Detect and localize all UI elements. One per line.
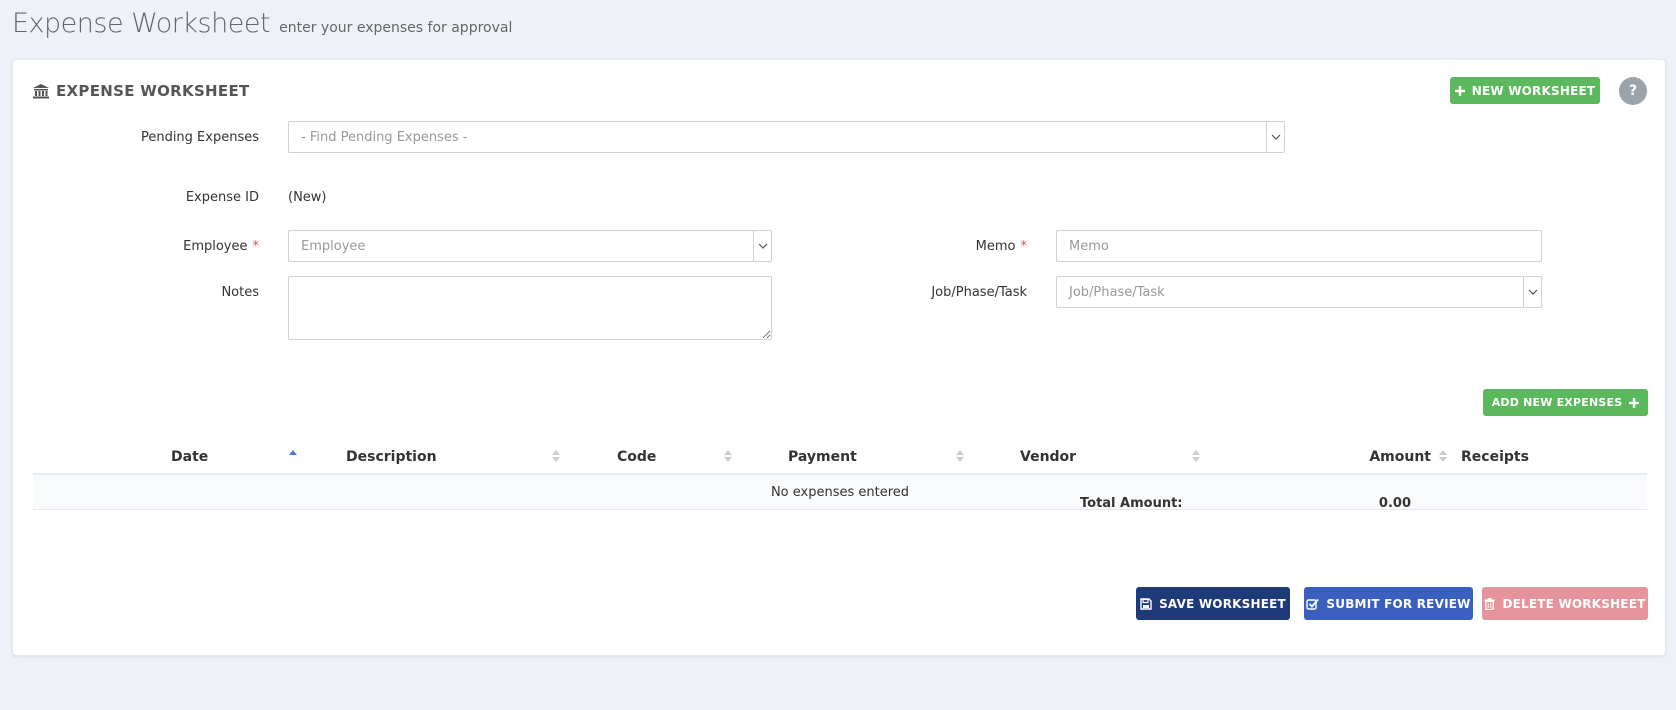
panel-title-text: EXPENSE WORKSHEET [56, 82, 250, 100]
required-marker: * [1020, 239, 1028, 254]
submit-for-review-label: SUBMIT FOR REVIEW [1326, 596, 1471, 611]
new-worksheet-label: NEW WORKSHEET [1471, 83, 1596, 98]
plus-icon [1454, 85, 1465, 96]
submit-for-review-button[interactable]: SUBMIT FOR REVIEW [1304, 587, 1473, 620]
total-amount-value: 0.00 [1378, 496, 1411, 511]
column-header-receipts: Receipts [1461, 448, 1529, 465]
column-header-amount[interactable]: Amount [1333, 438, 1431, 475]
memo-input[interactable]: Memo [1056, 230, 1542, 262]
column-header-date[interactable]: Date [171, 438, 208, 475]
expense-id-label: Expense ID [185, 190, 259, 205]
table-header: Date Description Code Payment Vendor Amo… [33, 438, 1647, 475]
column-header-vendor[interactable]: Vendor [1020, 438, 1076, 475]
employee-select[interactable]: Employee [288, 230, 772, 262]
delete-worksheet-button[interactable]: DELETE WORKSHEET [1482, 587, 1648, 620]
page-title: Expense Worksheet [12, 8, 271, 39]
plus-icon [1629, 397, 1640, 408]
add-new-expenses-label: ADD NEW EXPENSES [1491, 396, 1623, 409]
save-worksheet-label: SAVE WORKSHEET [1159, 596, 1286, 611]
sort-icon[interactable] [955, 448, 965, 464]
page-subtitle: enter your expenses for approval [279, 20, 513, 36]
page-header: Expense Worksheet enter your expenses fo… [12, 8, 512, 39]
sort-icon[interactable] [1438, 448, 1448, 464]
sort-icon[interactable] [1191, 448, 1201, 464]
required-marker: * [252, 239, 260, 254]
chevron-down-icon [753, 231, 771, 261]
memo-placeholder: Memo [1069, 238, 1109, 254]
expense-worksheet-panel: EXPENSE WORKSHEET NEW WORKSHEET ? Pendin… [12, 59, 1666, 656]
memo-label: Memo * [976, 239, 1027, 254]
job-phase-task-select[interactable]: Job/Phase/Task [1056, 276, 1542, 308]
bank-icon [33, 83, 49, 98]
job-phase-task-label: Job/Phase/Task [931, 285, 1027, 300]
floppy-disk-icon [1140, 597, 1152, 610]
sort-ascending-icon[interactable] [288, 448, 298, 464]
column-header-code[interactable]: Code [617, 438, 656, 475]
employee-placeholder: Employee [301, 238, 366, 254]
add-new-expenses-button[interactable]: ADD NEW EXPENSES [1483, 389, 1648, 416]
delete-worksheet-label: DELETE WORKSHEET [1502, 596, 1646, 611]
employee-label-text: Employee [183, 239, 248, 254]
sort-icon[interactable] [551, 448, 561, 464]
notes-label: Notes [221, 285, 259, 300]
employee-label: Employee * [183, 239, 259, 254]
pending-expenses-label: Pending Expenses [140, 130, 259, 145]
pending-expenses-select[interactable]: - Find Pending Expenses - [288, 121, 1285, 153]
total-amount-label: Total Amount: [1080, 496, 1183, 511]
job-phase-task-placeholder: Job/Phase/Task [1069, 284, 1165, 300]
checkbox-check-icon [1306, 598, 1320, 610]
chevron-down-icon [1523, 277, 1541, 307]
pending-expenses-placeholder: - Find Pending Expenses - [301, 129, 468, 145]
panel-title: EXPENSE WORKSHEET [33, 82, 250, 100]
sort-icon[interactable] [723, 448, 733, 464]
memo-label-text: Memo [975, 239, 1016, 254]
help-button[interactable]: ? [1619, 77, 1647, 105]
trash-icon [1484, 597, 1495, 610]
chevron-down-icon [1266, 122, 1284, 152]
notes-textarea[interactable] [288, 276, 772, 340]
expense-id-value: (New) [288, 190, 327, 205]
new-worksheet-button[interactable]: NEW WORKSHEET [1450, 77, 1600, 104]
column-header-description[interactable]: Description [346, 438, 437, 475]
column-header-payment[interactable]: Payment [788, 438, 857, 475]
save-worksheet-button[interactable]: SAVE WORKSHEET [1136, 587, 1290, 620]
